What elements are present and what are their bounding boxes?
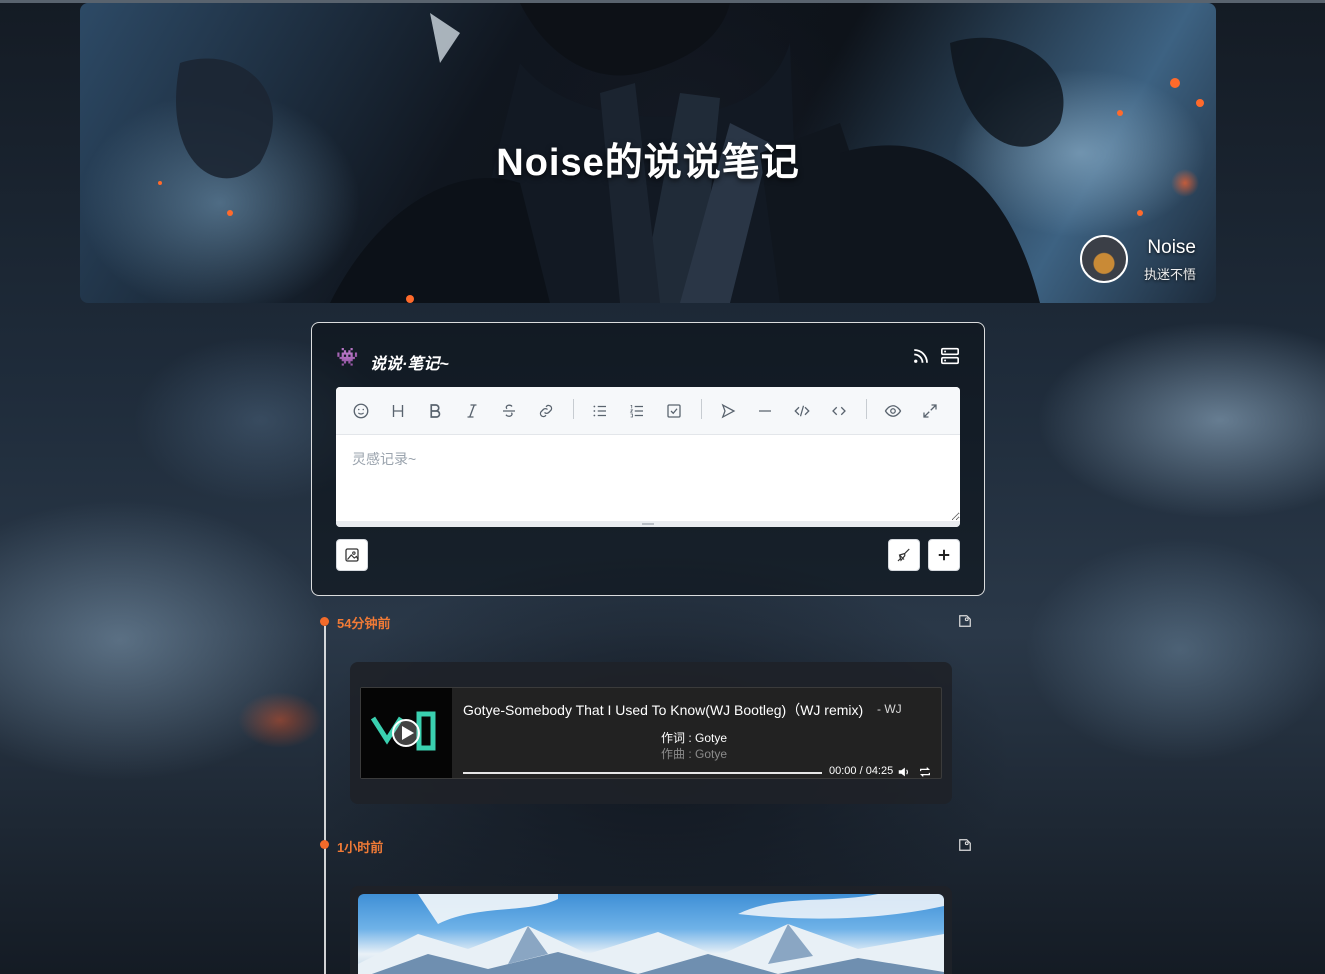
clear-button[interactable] [888,539,920,571]
checklist-icon[interactable] [661,399,687,423]
author-name: Noise [1147,237,1196,258]
composer-card: 👾 说说·笔记~ [311,322,985,596]
editor-toolbar [336,387,960,435]
plus-icon [938,549,950,561]
rss-icon[interactable] [912,347,930,365]
publish-button[interactable] [928,539,960,571]
author-avatar[interactable] [1080,235,1128,283]
upload-image-button[interactable] [336,539,368,571]
mountain-landscape-image [358,894,944,974]
heading-icon[interactable] [385,399,411,423]
toolbar-divider [701,399,702,419]
editor-resize-handle[interactable] [336,521,960,527]
post-card [350,886,952,974]
lyric-line: 作曲 : Gotye [661,747,728,761]
volume-icon[interactable] [897,765,911,779]
code-block-icon[interactable] [789,399,815,423]
music-logo-icon [370,711,436,751]
tag-icon[interactable] [958,838,972,852]
note-input[interactable] [336,435,960,521]
post-time: 1小时前 [337,840,384,855]
italic-icon[interactable] [459,399,485,423]
tag-icon[interactable] [958,614,972,628]
ordered-list-icon[interactable] [624,399,650,423]
image-icon [345,548,359,562]
unordered-list-icon[interactable] [587,399,613,423]
lyric-line: 作词 : Gotye [661,731,728,745]
broom-icon [897,548,910,562]
preview-eye-icon[interactable] [880,399,906,423]
music-time: 00:00 / 04:25 [829,765,894,777]
page-title: Noise的说说笔记 [496,142,800,184]
music-title: Gotye-Somebody That I Used To Know(WJ Bo… [463,702,864,718]
loop-icon[interactable] [918,765,932,779]
fullscreen-icon[interactable] [917,399,943,423]
music-cover [361,688,452,778]
inline-code-icon[interactable] [826,399,852,423]
server-list-icon[interactable] [940,347,960,365]
music-progress-bar[interactable] [463,772,822,774]
post-time: 54分钟前 [337,616,391,631]
music-artist: - WJ [877,702,902,716]
composer-title: 说说·笔记~ [370,356,449,373]
link-icon[interactable] [533,399,559,423]
markdown-editor [336,387,960,527]
author-motto: 执迷不悟 [1143,267,1196,282]
timeline-line [324,626,326,974]
bold-icon[interactable] [422,399,448,423]
toolbar-divider [866,399,867,419]
alien-icon: 👾 [336,347,359,367]
emoji-icon[interactable] [348,399,374,423]
quote-send-icon[interactable] [715,399,741,423]
header-banner: Noise的说说笔记 Noise 执迷不悟 [80,3,1216,303]
post-image[interactable] [358,894,944,974]
strikethrough-icon[interactable] [496,399,522,423]
post-card: Gotye-Somebody That I Used To Know(WJ Bo… [350,662,952,804]
toolbar-divider [573,399,574,419]
horizontal-line-icon[interactable] [752,399,778,423]
timeline-dot [320,840,329,849]
music-player: Gotye-Somebody That I Used To Know(WJ Bo… [360,687,942,779]
timeline-dot [320,617,329,626]
